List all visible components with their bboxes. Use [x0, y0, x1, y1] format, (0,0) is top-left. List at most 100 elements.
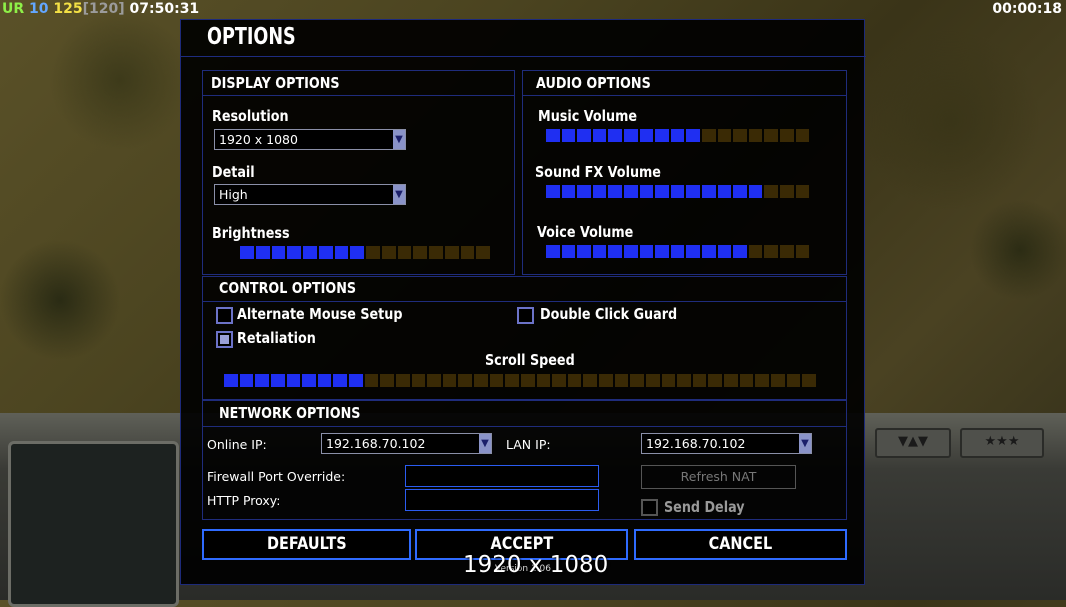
slider-segment[interactable] [286, 374, 301, 387]
slider-segment[interactable] [670, 245, 685, 258]
double-click-guard-checkbox[interactable] [517, 307, 534, 324]
send-delay-checkbox[interactable] [641, 499, 658, 516]
slider-segment[interactable] [489, 374, 504, 387]
slider-segment[interactable] [692, 374, 707, 387]
slider-segment[interactable] [630, 374, 644, 387]
slider-segment[interactable] [724, 374, 738, 387]
slider-segment[interactable] [608, 245, 622, 258]
slider-segment[interactable] [552, 374, 566, 387]
slider-segment[interactable] [546, 245, 560, 258]
slider-segment[interactable] [458, 374, 472, 387]
slider-segment[interactable] [411, 374, 426, 387]
slider-segment[interactable] [271, 246, 286, 259]
slider-segment[interactable] [567, 374, 582, 387]
slider-segment[interactable] [686, 129, 700, 142]
cancel-button[interactable]: CANCEL [634, 529, 847, 560]
slider-segment[interactable] [240, 246, 254, 259]
slider-segment[interactable] [429, 246, 443, 259]
slider-segment[interactable] [546, 185, 560, 198]
slider-segment[interactable] [224, 374, 238, 387]
slider-segment[interactable] [708, 374, 722, 387]
slider-segment[interactable] [717, 185, 732, 198]
slider-segment[interactable] [583, 374, 597, 387]
slider-segment[interactable] [733, 245, 747, 258]
slider-segment[interactable] [779, 129, 794, 142]
slider-segment[interactable] [748, 185, 763, 198]
slider-segment[interactable] [701, 129, 716, 142]
slider-segment[interactable] [623, 129, 638, 142]
slider-segment[interactable] [764, 129, 778, 142]
resolution-dropdown[interactable]: 1920 x 1080 ▼ [214, 129, 406, 150]
slider-segment[interactable] [317, 374, 332, 387]
slider-segment[interactable] [608, 185, 622, 198]
slider-segment[interactable] [349, 374, 363, 387]
slider-segment[interactable] [474, 374, 488, 387]
slider-segment[interactable] [686, 245, 700, 258]
slider-segment[interactable] [645, 374, 660, 387]
slider-segment[interactable] [333, 374, 347, 387]
refresh-nat-button[interactable]: Refresh NAT [641, 465, 796, 489]
voice-volume-slider[interactable] [546, 245, 810, 258]
slider-segment[interactable] [380, 374, 394, 387]
slider-segment[interactable] [686, 185, 700, 198]
slider-segment[interactable] [779, 185, 794, 198]
slider-segment[interactable] [318, 246, 333, 259]
slider-segment[interactable] [717, 129, 732, 142]
slider-segment[interactable] [655, 129, 669, 142]
online-ip-dropdown[interactable]: 192.168.70.102 ▼ [321, 433, 492, 454]
slider-segment[interactable] [639, 245, 654, 258]
slider-segment[interactable] [764, 245, 778, 258]
chevron-down-icon[interactable]: ▼ [799, 434, 811, 453]
slider-segment[interactable] [592, 185, 607, 198]
slider-segment[interactable] [397, 246, 412, 259]
slider-segment[interactable] [536, 374, 551, 387]
slider-segment[interactable] [639, 129, 654, 142]
retaliation-checkbox[interactable] [216, 331, 233, 348]
slider-segment[interactable] [623, 185, 638, 198]
slider-segment[interactable] [561, 245, 576, 258]
slider-segment[interactable] [255, 246, 270, 259]
slider-segment[interactable] [670, 185, 685, 198]
firewall-port-input[interactable] [405, 465, 599, 487]
slider-segment[interactable] [661, 374, 676, 387]
slider-segment[interactable] [334, 246, 349, 259]
slider-segment[interactable] [592, 129, 607, 142]
slider-segment[interactable] [520, 374, 535, 387]
slider-segment[interactable] [755, 374, 769, 387]
slider-segment[interactable] [701, 185, 716, 198]
slider-segment[interactable] [770, 374, 785, 387]
slider-segment[interactable] [303, 246, 317, 259]
slider-segment[interactable] [366, 246, 380, 259]
slider-segment[interactable] [302, 374, 316, 387]
slider-segment[interactable] [577, 129, 591, 142]
slider-segment[interactable] [577, 245, 591, 258]
slider-segment[interactable] [614, 374, 629, 387]
slider-segment[interactable] [561, 129, 576, 142]
chevron-down-icon[interactable]: ▼ [393, 130, 405, 149]
slider-segment[interactable] [505, 374, 519, 387]
slider-segment[interactable] [608, 129, 622, 142]
slider-segment[interactable] [795, 245, 810, 258]
slider-segment[interactable] [764, 185, 778, 198]
slider-segment[interactable] [670, 129, 685, 142]
defaults-button[interactable]: DEFAULTS [202, 529, 411, 560]
slider-segment[interactable] [655, 245, 669, 258]
slider-segment[interactable] [255, 374, 269, 387]
slider-segment[interactable] [779, 245, 794, 258]
slider-segment[interactable] [655, 185, 669, 198]
slider-segment[interactable] [599, 374, 613, 387]
slider-segment[interactable] [802, 374, 816, 387]
chevron-down-icon[interactable]: ▼ [479, 434, 491, 453]
slider-segment[interactable] [395, 374, 410, 387]
slider-segment[interactable] [748, 129, 763, 142]
alternate-mouse-checkbox[interactable] [216, 307, 233, 324]
slider-segment[interactable] [561, 185, 576, 198]
chevron-down-icon[interactable]: ▼ [393, 185, 405, 204]
slider-segment[interactable] [427, 374, 441, 387]
brightness-slider[interactable] [240, 246, 490, 259]
slider-segment[interactable] [476, 246, 490, 259]
slider-segment[interactable] [350, 246, 364, 259]
slider-segment[interactable] [623, 245, 638, 258]
slider-segment[interactable] [364, 374, 379, 387]
slider-segment[interactable] [739, 374, 754, 387]
